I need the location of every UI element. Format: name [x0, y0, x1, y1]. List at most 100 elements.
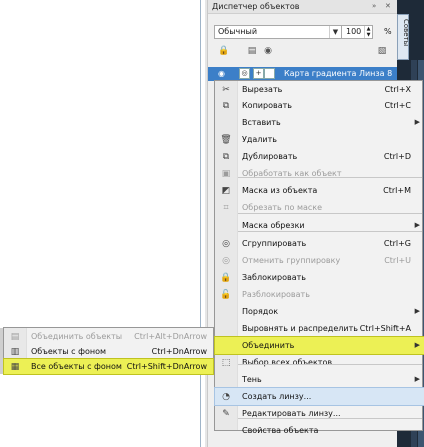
tips-tab[interactable]: Советы: [397, 14, 410, 60]
menu-item-item-2[interactable]: Вставить ▶: [215, 114, 424, 131]
create-lens-icon: ◔: [222, 392, 230, 402]
menu-item-label: Дублировать: [242, 152, 298, 161]
menu-item-trash[interactable]: 🗑 Удалить: [215, 131, 424, 148]
lock-icon[interactable]: 🔒: [218, 45, 230, 57]
menu-item-lock[interactable]: 🔒 Заблокировать: [215, 269, 424, 286]
menu-item-item-14[interactable]: Выровнять и распределить Ctrl+Shift+A: [215, 320, 424, 337]
merge-objects-icon: ▤: [10, 332, 20, 342]
menu-item-select-all[interactable]: ⬚ Выбор всех объектов: [215, 354, 424, 371]
layer-stack-icon[interactable]: ▤: [246, 45, 258, 57]
view-mode-value: Обычный: [218, 27, 258, 36]
merge-icon[interactable]: ◉: [262, 45, 274, 57]
unlock-icon: 🔓: [220, 290, 232, 300]
submenu-item-label: Все объекты с фоном: [31, 362, 122, 371]
menu-item-label: Разблокировать: [242, 290, 310, 299]
menu-item-label: Выбор всех объектов: [242, 358, 333, 367]
view-mode-select[interactable]: Обычный ▼: [214, 25, 342, 39]
menu-item-label: Выровнять и распределить: [242, 324, 358, 333]
menu-item-create-lens[interactable]: ◔ Создать линзу...: [214, 387, 424, 406]
mask-from-object-icon: ◩: [221, 186, 231, 196]
menu-item-label: Объединить: [242, 341, 295, 350]
layer-thumbnail: [264, 68, 275, 79]
merge-with-background-icon: ▥: [10, 347, 20, 357]
menu-item-label: Вставить: [242, 118, 281, 127]
layer-row-selected[interactable]: ◉ ◎ + Карта градиента Линза 8: [208, 67, 398, 81]
menu-item-mask-from-object[interactable]: ◩ Маска из объекта Ctrl+M: [215, 182, 424, 199]
process-object-icon: ▣: [221, 169, 231, 179]
submenu-arrow-icon: ▶: [414, 341, 420, 349]
menu-item-shortcut: Ctrl+Shift+A: [359, 324, 411, 333]
menu-item-item-13[interactable]: Порядок ▶: [215, 303, 424, 320]
menu-item-label: Отменить группировку: [242, 256, 341, 265]
panel-close-icon[interactable]: ✕: [385, 2, 391, 10]
merge-all-icon: ▦: [10, 362, 20, 372]
menu-item-edit-lens[interactable]: ✎ Редактировать линзу...: [215, 405, 424, 422]
menu-item-process-object: ▣ Обработать как объект: [215, 165, 424, 182]
menu-separator: [238, 418, 422, 419]
menu-item-label: Удалить: [242, 135, 277, 144]
menu-item-label: Копировать: [242, 101, 292, 110]
zoom-unit: %: [384, 27, 392, 36]
duplicate-icon: ⧉: [222, 152, 230, 162]
menu-separator: [238, 213, 422, 214]
lens-thumb-icon: ◎: [239, 68, 250, 79]
merge-submenu: ▤ Объединить объекты Ctrl+Alt+DnArrow ▥ Объе…: [3, 327, 214, 375]
menu-item-label: Заблокировать: [242, 273, 306, 282]
submenu-item-merge-all[interactable]: ▦ Все объекты с фоном Ctrl+Shift+DnArrow: [3, 358, 214, 375]
copy-icon: ⧉: [222, 101, 230, 111]
menu-item-scissors[interactable]: ✂ Вырезать Ctrl+X: [215, 81, 424, 98]
menu-item-group[interactable]: ◎ Сгруппировать Ctrl+G: [215, 235, 424, 252]
submenu-arrow-icon: ▶: [414, 375, 420, 383]
menu-separator: [238, 231, 422, 232]
visibility-eye-icon[interactable]: ◉: [218, 69, 225, 78]
ungroup-icon: ◎: [222, 256, 230, 266]
panel-title: Диспетчер объектов: [212, 2, 300, 11]
submenu-item-label: Объекты с фоном: [31, 347, 106, 356]
canvas-edge: [200, 0, 201, 447]
submenu-item-shortcut: Ctrl+Shift+DnArrow: [126, 362, 207, 371]
menu-separator: [238, 364, 422, 365]
menu-item-shortcut: Ctrl+M: [383, 186, 411, 195]
scissors-icon: ✂: [222, 85, 230, 95]
menu-item-label: Свойства объекта: [242, 426, 319, 435]
submenu-item-shortcut: Ctrl+Alt+DnArrow: [134, 332, 207, 341]
document-canvas[interactable]: [0, 0, 205, 447]
crop-to-mask-icon: ⌗: [223, 203, 229, 213]
menu-item-duplicate[interactable]: ⧉ Дублировать Ctrl+D: [215, 148, 424, 165]
menu-item-ungroup: ◎ Отменить группировку Ctrl+U: [215, 252, 424, 269]
submenu-item-merge-objects: ▤ Объединить объекты Ctrl+Alt+DnArrow: [4, 329, 213, 344]
layer-properties-icon[interactable]: ▧: [376, 45, 388, 57]
menu-item-label: Сгруппировать: [242, 239, 307, 248]
panel-expand-icon[interactable]: »: [372, 2, 376, 10]
select-all-icon: ⬚: [221, 358, 231, 368]
menu-item-shortcut: Ctrl+U: [384, 256, 411, 265]
menu-item-shortcut: Ctrl+X: [384, 85, 411, 94]
menu-item-copy[interactable]: ⧉ Копировать Ctrl+C: [215, 97, 424, 114]
menu-item-shortcut: Ctrl+C: [384, 101, 411, 110]
edit-lens-icon: ✎: [222, 409, 230, 419]
panel-toolbar: 🔒 ▤ ◉ ▧: [208, 42, 398, 60]
menu-item-label: Порядок: [242, 307, 279, 316]
submenu-item-merge-with-background[interactable]: ▥ Объекты с фоном Ctrl+DnArrow: [4, 344, 213, 359]
menu-item-label: Вырезать: [242, 85, 283, 94]
menu-item-label: Редактировать линзу...: [242, 409, 341, 418]
group-icon: ◎: [222, 239, 230, 249]
menu-item-label: Создать линзу...: [242, 392, 312, 401]
menu-item-shortcut: Ctrl+G: [383, 239, 411, 248]
lock-icon: 🔒: [220, 273, 232, 283]
submenu-item-shortcut: Ctrl+DnArrow: [151, 347, 207, 356]
panel-titlebar: Диспетчер объектов » ✕: [208, 0, 398, 14]
chevron-down-icon[interactable]: ▼: [329, 26, 341, 38]
menu-item-item-15[interactable]: Объединить ▶: [214, 336, 424, 355]
menu-item-label: Маска обрезки: [242, 221, 305, 230]
menu-item-item-17[interactable]: Тень ▶: [215, 371, 424, 388]
menu-item-item-20[interactable]: Свойства объекта: [215, 422, 424, 439]
layer-name: Карта градиента Линза 8: [284, 69, 393, 78]
submenu-item-label: Объединить объекты: [31, 332, 123, 341]
plus-icon: +: [253, 68, 264, 79]
submenu-arrow-icon: ▶: [414, 307, 420, 315]
zoom-stepper[interactable]: 100 ▲ ▼: [341, 25, 373, 39]
menu-item-shortcut: Ctrl+D: [383, 152, 411, 161]
tips-tab-label: Советы: [402, 19, 410, 47]
zoom-spin-icon[interactable]: ▲ ▼: [364, 26, 372, 38]
